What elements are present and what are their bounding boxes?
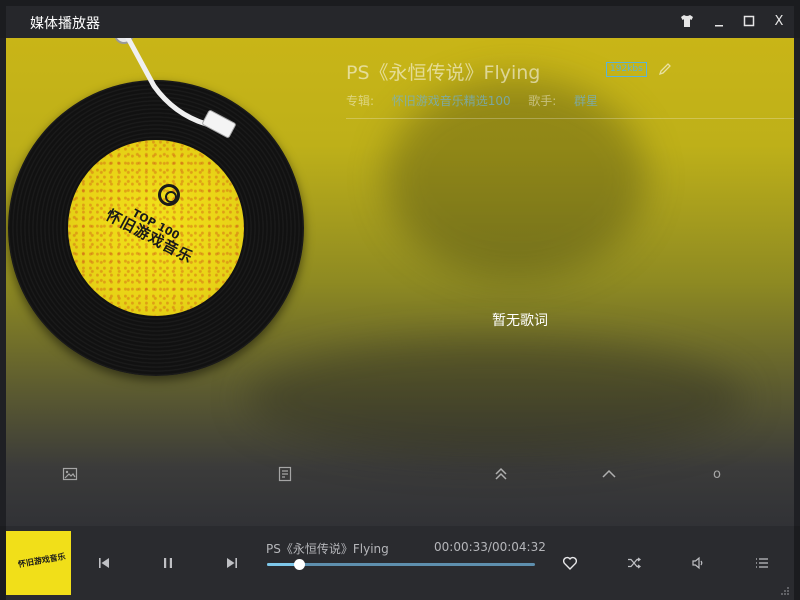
album-link[interactable]: 怀旧游戏音乐精选100 <box>392 94 511 108</box>
minimize-icon <box>715 25 723 27</box>
window-title: 媒体播放器 <box>30 16 100 32</box>
progress-knob[interactable] <box>294 559 306 570</box>
pause-button[interactable] <box>157 552 179 574</box>
cover-text: 怀旧游戏音乐 <box>17 551 67 570</box>
divider <box>346 118 794 119</box>
tonearm <box>114 38 236 138</box>
artist-link[interactable]: 群星 <box>574 94 598 108</box>
lyrics-file-button[interactable] <box>275 464 295 484</box>
album-cover[interactable]: 怀旧游戏音乐 <box>6 531 71 595</box>
edit-icon[interactable] <box>657 61 673 77</box>
song-meta: 专辑: 怀旧游戏音乐精选100 歌手: 群星 <box>346 92 598 109</box>
playback-time: 00:00:33/00:04:32 <box>434 540 546 554</box>
image-icon <box>62 467 78 481</box>
playlist-icon <box>756 558 768 568</box>
maximize-icon <box>743 15 755 27</box>
double-chevron-up-icon <box>495 467 507 480</box>
quality-badge[interactable]: 192kbs <box>606 62 647 77</box>
skin-icon <box>681 15 693 27</box>
next-button[interactable] <box>221 552 243 574</box>
circle-icon: o <box>713 466 721 482</box>
resize-grip-icon[interactable] <box>780 586 790 596</box>
player-bar: 怀旧游戏音乐 PS《永恒传说》Flying 00:00:33/00:04:32 <box>0 526 800 600</box>
background-blur <box>246 338 746 458</box>
artist-label: 歌手: <box>528 94 557 108</box>
cover-view-button[interactable] <box>60 464 80 484</box>
pause-icon <box>164 558 172 568</box>
playlist-button[interactable] <box>751 552 773 574</box>
close-icon: X <box>774 13 784 29</box>
lyrics-file-icon <box>278 466 292 482</box>
favorite-button[interactable] <box>559 552 581 574</box>
previous-button[interactable] <box>93 552 115 574</box>
album-label: 专辑: <box>346 94 375 108</box>
expand-button[interactable] <box>491 464 511 484</box>
chevron-up-icon <box>602 469 616 478</box>
progress-bar[interactable] <box>267 559 535 570</box>
now-playing-title: PS《永恒传说》Flying <box>266 542 389 556</box>
collapse-button[interactable] <box>599 464 619 484</box>
song-title: PS《永恒传说》Flying <box>346 62 541 84</box>
maximize-button[interactable] <box>738 10 760 32</box>
next-icon <box>227 558 237 568</box>
previous-icon <box>99 558 109 568</box>
close-button[interactable]: X <box>768 10 790 32</box>
lyrics-empty-text: 暂无歌词 <box>492 313 548 329</box>
circle-button[interactable]: o <box>707 464 727 484</box>
shuffle-icon <box>628 557 641 569</box>
shuffle-button[interactable] <box>623 552 645 574</box>
minimize-button[interactable] <box>708 10 730 32</box>
main-panel: TOP 100 怀旧游戏音乐 PS《永恒传说》Flying 192kbs 专辑:… <box>6 38 794 526</box>
heart-icon <box>562 556 578 570</box>
volume-button[interactable] <box>687 552 709 574</box>
title-bar: 媒体播放器 X <box>0 0 800 38</box>
volume-icon <box>692 556 703 570</box>
skin-button[interactable] <box>676 10 698 32</box>
